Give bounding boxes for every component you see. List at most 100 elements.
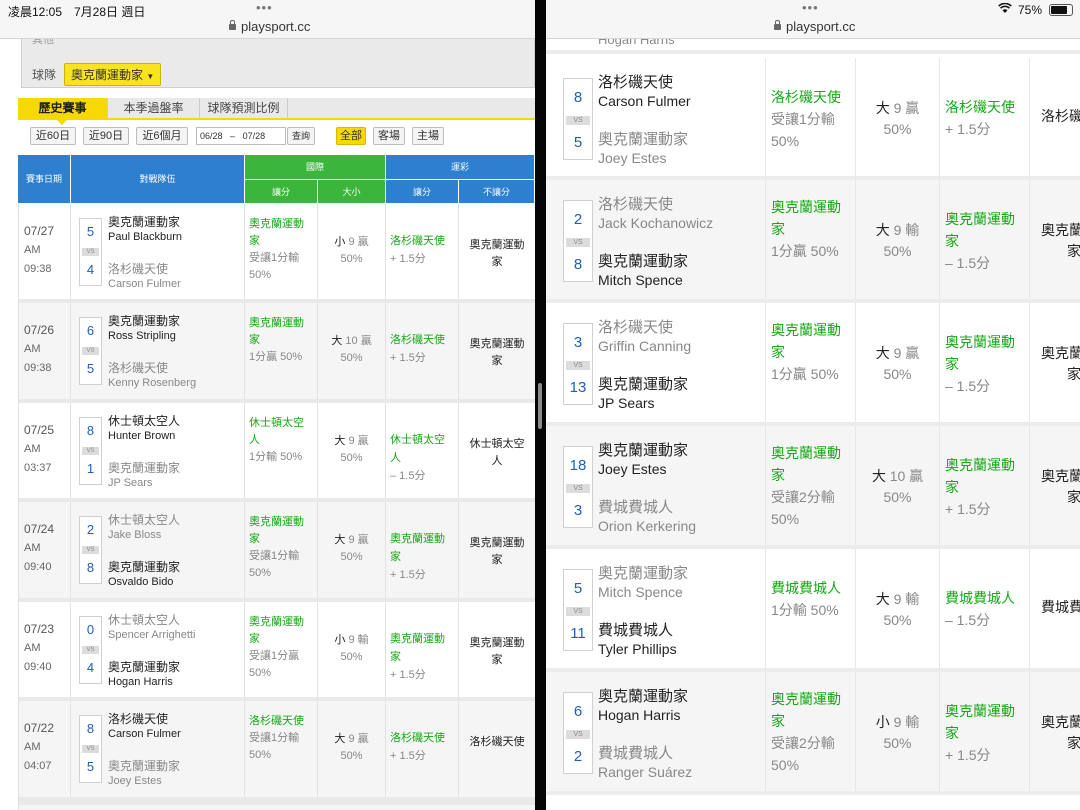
total-result: 贏 <box>357 435 369 447</box>
top-score: 0 <box>86 622 95 637</box>
sport-spread-cell: 奧克蘭運動家 + 1.5分 <box>940 426 1030 545</box>
top-team-name[interactable]: 休士頓太空人 <box>108 611 180 628</box>
top-team-name[interactable]: 奧克蘭運動家 <box>598 439 688 460</box>
top-team-name[interactable]: 奧克蘭運動家 <box>108 312 180 329</box>
total-line: 小 9 輸 <box>318 632 385 649</box>
top-team-name[interactable]: 奧克蘭運動家 <box>598 562 688 583</box>
total-pick: 大 <box>334 534 346 546</box>
table-row[interactable]: 3 VS 13 洛杉磯天使 Griffin Canning 奧克蘭運動家 JP Sears 奧… <box>546 303 1080 426</box>
table-row[interactable]: 2 VS 8 洛杉磯天使 Jack Kochanowicz 奧克蘭運動家 Mitch Spe… <box>546 180 1080 303</box>
bottom-team-name[interactable]: 洛杉磯天使 <box>108 260 168 277</box>
table-row[interactable]: 07/22 AM 04:07 8 VS 5 洛杉磯天使 Carson Fulmer 奧克蘭運動家… <box>18 701 535 801</box>
bottom-pitcher-name: JP Sears <box>598 395 655 411</box>
tab-history[interactable]: 歷史賽事 <box>18 98 108 119</box>
top-pitcher-name: Hogan Harris <box>598 707 681 723</box>
moneyline-team: 洛杉磯天使 <box>469 736 525 748</box>
bottom-team-name[interactable]: 奧克蘭運動家 <box>108 658 180 675</box>
total-pick: 大 <box>871 468 886 484</box>
filter-home-button[interactable]: 主場 <box>412 127 444 145</box>
bottom-team-name[interactable]: 奧克蘭運動家 <box>108 757 180 774</box>
range-90-days-button[interactable]: 近90日 <box>83 127 129 145</box>
intl-total-cell: 大 10 贏 50% <box>318 303 386 399</box>
game-time: 09:40 <box>24 661 52 673</box>
top-team-name[interactable]: 洛杉磯天使 <box>598 71 673 92</box>
top-pitcher-name: Paul Blackburn <box>108 231 182 243</box>
total-result: 輸 <box>905 714 920 730</box>
range-60-days-button[interactable]: 近60日 <box>30 127 76 145</box>
moneyline-team-cont: 家 <box>491 654 503 666</box>
wifi-icon <box>998 2 1012 17</box>
sport-moneyline-cell: 洛杉磯 <box>1030 58 1080 176</box>
sport-spread-team-cont: 家 <box>945 479 959 495</box>
bottom-team-name[interactable]: 費城費城人 <box>598 619 673 640</box>
game-date: 07/25 <box>24 423 55 437</box>
total-runs: 9 <box>348 733 355 745</box>
total-line: 大 9 輸 <box>856 220 939 241</box>
tab-team-prediction[interactable]: 球隊預測比例 <box>200 98 288 119</box>
moneyline-team-cont: 家 <box>491 355 503 367</box>
table-row[interactable]: 6 VS 2 奧克蘭運動家 Hogan Harris 費城費城人 Ranger Suárez… <box>546 672 1080 795</box>
bottom-score: 1 <box>86 461 95 476</box>
top-team-name[interactable]: 洛杉磯天使 <box>598 193 673 214</box>
bottom-team-name[interactable]: 奧克蘭運動家 <box>598 373 688 394</box>
bottom-team-name[interactable]: 奧克蘭運動家 <box>598 250 688 271</box>
table-row[interactable]: 07/24 AM 09:40 2 VS 8 休士頓太空人 Jake Bloss 奧克蘭運動家 Os… <box>18 502 535 602</box>
table-row[interactable]: 07/27 AM 09:38 5 VS 4 奧克蘭運動家 Paul Blackburn 洛杉磯天… <box>18 204 535 303</box>
left-url[interactable]: playsport.cc <box>229 19 310 34</box>
table-row[interactable]: 07/26 AM 09:38 6 VS 5 奧克蘭運動家 Ross Stripling 洛杉磯天… <box>18 303 535 403</box>
right-url-text: playsport.cc <box>786 19 856 34</box>
bottom-team-name[interactable]: 奧克蘭運動家 <box>108 558 180 575</box>
top-score: 6 <box>573 703 583 720</box>
moneyline-team: 奧克蘭 <box>1041 468 1080 484</box>
total-result: 輸 <box>357 634 369 646</box>
top-team-name[interactable]: 休士頓太空人 <box>108 412 180 429</box>
bottom-team-name[interactable]: 費城費城人 <box>598 496 673 517</box>
sport-spread-team-cont: – 1.5分 <box>945 612 991 628</box>
total-result: 贏 <box>357 534 369 546</box>
tab-season-cover-rate[interactable]: 本季過盤率 <box>108 98 200 119</box>
top-team-name[interactable]: 洛杉磯天使 <box>108 710 168 727</box>
left-multitask-dots[interactable]: ••• <box>256 1 273 14</box>
top-team-name[interactable]: 奧克蘭運動家 <box>108 213 180 230</box>
total-line: 大 9 贏 <box>318 731 385 748</box>
top-pitcher-name: Griffin Canning <box>598 338 692 354</box>
query-button[interactable]: 查詢 <box>287 127 315 145</box>
spread-result: 受讓1分輸 <box>249 252 300 264</box>
top-score: 6 <box>86 323 95 338</box>
bottom-team-name[interactable]: 洛杉磯天使 <box>108 359 168 376</box>
total-runs: 9 <box>348 435 355 447</box>
total-runs: 9 <box>893 591 902 607</box>
table-row[interactable]: 5 VS 11 奧克蘭運動家 Mitch Spence 費城費城人 Tyler Philli… <box>546 549 1080 672</box>
filter-away-button[interactable]: 客場 <box>373 127 405 145</box>
spread-line-3: 1分贏 50% <box>771 366 839 382</box>
vs-label: VS <box>82 248 99 256</box>
range-6-months-button[interactable]: 近6個月 <box>136 127 188 145</box>
right-url[interactable]: playsport.cc <box>774 19 855 34</box>
right-multitask-dots[interactable]: ••• <box>802 1 819 14</box>
top-team-name[interactable]: 奧克蘭運動家 <box>598 685 688 706</box>
game-ampm: AM <box>24 343 41 355</box>
bottom-team-name[interactable]: 奧克蘭運動家 <box>598 128 688 149</box>
bottom-team-name[interactable]: 費城費城人 <box>598 742 673 763</box>
table-row[interactable]: 07/25 AM 03:37 8 VS 1 休士頓太空人 Hunter Brown 奧克蘭運動家… <box>18 403 535 502</box>
bottom-team-name[interactable]: 奧克蘭運動家 <box>108 459 180 476</box>
top-team-name[interactable]: 休士頓太空人 <box>108 511 180 528</box>
moneyline-team: 奧克蘭運動 <box>469 537 525 549</box>
sport-spread-cell: 洛杉磯天使 + 1.5分 <box>940 58 1030 176</box>
total-result: 贏 <box>357 733 369 745</box>
date-range-input[interactable]: 06/28 – 07/28 <box>196 127 286 145</box>
status-time: 凌晨12:05 <box>8 5 63 19</box>
table-row[interactable]: 07/23 AM 09:40 0 VS 4 休士頓太空人 Spencer Arrighetti… <box>18 602 535 701</box>
game-date: 07/24 <box>24 522 55 536</box>
table-row[interactable]: 8 VS 5 洛杉磯天使 Carson Fulmer 奧克蘭運動家 Joey Estes 洛杉… <box>546 58 1080 180</box>
game-date-cell: 07/23 AM 09:40 <box>18 602 71 697</box>
split-divider-handle[interactable] <box>538 383 542 429</box>
spread-percent: 50% <box>249 667 272 679</box>
top-pitcher-name: Mitch Spence <box>598 584 683 600</box>
filter-all-button[interactable]: 全部 <box>336 127 366 145</box>
table-row[interactable]: 18 VS 3 奧克蘭運動家 Joey Estes 費城費城人 Orion Kerkerin… <box>546 426 1080 549</box>
spread-team: 奧克蘭運動 <box>249 317 304 329</box>
top-team-name[interactable]: 洛杉磯天使 <box>598 316 673 337</box>
sport-moneyline-cell: 洛杉磯天使 <box>459 701 535 797</box>
team-select[interactable]: 奧克蘭運動家 ▼ <box>64 63 162 86</box>
